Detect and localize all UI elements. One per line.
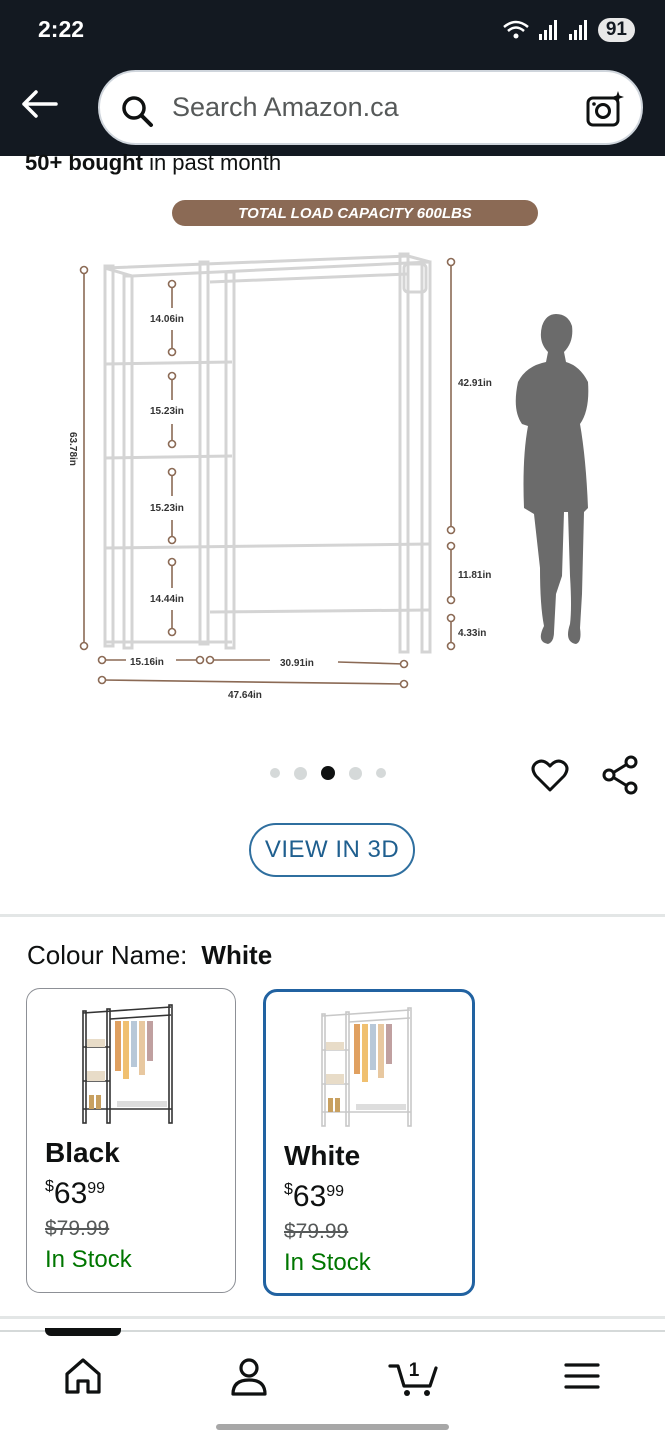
person-silhouette (515, 314, 589, 644)
search-icon[interactable] (120, 94, 154, 128)
top-bar: 2:22 91 Search Amazon.ca (0, 0, 665, 156)
product-thumbnail-white (321, 1007, 412, 1127)
search-box[interactable]: Search Amazon.ca (98, 70, 643, 145)
colour-name-row: Colour Name: White (27, 940, 272, 971)
carousel-dot[interactable] (270, 768, 280, 778)
section-divider (0, 914, 665, 917)
carousel-dot[interactable] (294, 766, 307, 780)
camera-search-icon[interactable] (585, 89, 625, 129)
account-icon[interactable] (227, 1354, 271, 1398)
option-was-price: $79.99 (45, 1217, 110, 1240)
colour-selected: White (201, 940, 273, 970)
dim-label-lower: 11.81in (458, 570, 491, 581)
signal-icon-2 (568, 20, 587, 40)
back-arrow-icon[interactable] (18, 84, 60, 124)
home-icon[interactable] (61, 1354, 105, 1398)
dim-label-right-width: 30.91in (280, 658, 314, 669)
colour-label: Colour Name: (27, 940, 188, 970)
status-time: 2:22 (38, 16, 85, 42)
option-price: $6399 (284, 1180, 344, 1214)
view-in-3d-button[interactable]: VIEW IN 3D (249, 823, 415, 877)
purchase-count-rest: in past month (142, 150, 282, 175)
option-stock-status: In Stock (45, 1246, 132, 1273)
menu-icon[interactable] (560, 1354, 604, 1398)
colour-option-white[interactable]: White $6399 $79.99 In Stock (263, 989, 475, 1296)
dim-label-total-width: 47.64in (228, 690, 262, 701)
option-price: $6399 (45, 1177, 105, 1211)
share-icon[interactable] (600, 754, 642, 796)
dimension-lines (79, 257, 456, 689)
heart-icon[interactable] (530, 756, 570, 796)
purchase-count: 50+ bought in past month (25, 150, 281, 176)
carousel-dot[interactable] (349, 766, 362, 780)
wifi-icon (503, 20, 529, 39)
dim-label-hang-height: 42.91in (458, 378, 492, 389)
dim-label-left-width: 15.16in (130, 657, 164, 668)
product-thumbnail-black (82, 1004, 173, 1124)
dim-label-shelf-1: 14.06in (150, 314, 184, 325)
status-icons: 91 (502, 18, 635, 42)
section-divider (0, 1316, 665, 1319)
product-image[interactable]: TOTAL LOAD CAPACITY 600LBS 14.06in 15.23… (60, 196, 620, 716)
price-cents: 99 (326, 1183, 345, 1200)
signal-icon (538, 20, 557, 40)
cart-icon[interactable]: 1 (388, 1354, 440, 1398)
dim-label-shelf-2: 15.23in (150, 406, 184, 417)
option-name: White (284, 1140, 361, 1171)
carousel-dot[interactable] (376, 768, 386, 778)
capacity-banner-text: TOTAL LOAD CAPACITY 600LBS (238, 205, 472, 222)
dim-label-base: 4.33in (458, 628, 486, 639)
carousel-dot-active[interactable] (321, 766, 335, 780)
option-stock-status: In Stock (284, 1249, 371, 1276)
system-home-bar[interactable] (216, 1424, 449, 1430)
battery-indicator: 91 (597, 18, 635, 42)
cart-count: 1 (409, 1360, 420, 1381)
option-name: Black (45, 1137, 120, 1168)
search-input[interactable]: Search Amazon.ca (172, 92, 399, 123)
colour-option-black[interactable]: Black $6399 $79.99 In Stock (26, 988, 236, 1293)
price-currency: $ (45, 1178, 54, 1195)
carousel-indicator[interactable] (270, 766, 386, 780)
price-whole: 63 (292, 1180, 327, 1213)
price-cents: 99 (87, 1180, 106, 1197)
price-whole: 63 (53, 1177, 88, 1210)
option-was-price: $79.99 (284, 1220, 349, 1243)
dim-label-shelf-4: 14.44in (150, 594, 184, 605)
dim-label-height: 63.78in (67, 432, 78, 466)
purchase-count-bold: 50+ bought (25, 150, 143, 175)
active-tab-indicator (45, 1328, 121, 1336)
dim-label-shelf-3: 15.23in (150, 503, 184, 514)
price-currency: $ (284, 1181, 293, 1198)
